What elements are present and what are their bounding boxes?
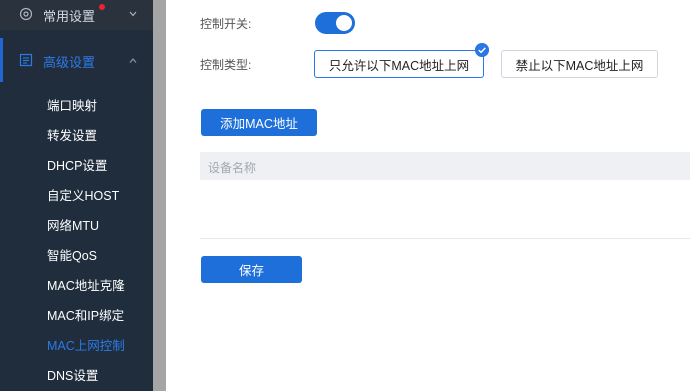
- sidebar-item-mtu[interactable]: 网络MTU: [0, 208, 153, 238]
- gear-icon: [19, 7, 33, 21]
- option-label: 禁止以下MAC地址上网: [515, 58, 644, 73]
- save-button[interactable]: 保存: [201, 256, 302, 283]
- table-header: 设备名称: [200, 152, 690, 180]
- option-label: 只允许以下MAC地址上网: [328, 58, 470, 73]
- chevron-up-icon: [129, 58, 137, 63]
- chevron-down-icon: [129, 11, 137, 17]
- add-mac-button[interactable]: 添加MAC地址: [201, 109, 317, 136]
- active-indicator: [0, 38, 3, 82]
- control-switch-toggle[interactable]: [315, 12, 355, 34]
- sidebar-item-mac-ip-binding[interactable]: MAC和IP绑定: [0, 298, 153, 328]
- sidebar-scrollbar[interactable]: [153, 0, 166, 391]
- sidebar-item-label: 高级设置: [43, 55, 96, 70]
- option-allow-listed-mac[interactable]: 只允许以下MAC地址上网: [314, 50, 484, 78]
- notification-dot: [99, 4, 105, 10]
- sidebar-item-custom-host[interactable]: 自定义HOST: [0, 178, 153, 208]
- option-block-listed-mac[interactable]: 禁止以下MAC地址上网: [501, 50, 658, 78]
- sidebar-item-dhcp[interactable]: DHCP设置: [0, 148, 153, 178]
- control-switch-label: 控制开关:: [200, 17, 252, 31]
- document-icon: [19, 53, 33, 67]
- sidebar: 常用设置 高级设置 端口映射 转发设置 DHCP设置 自定义HOST 网络MTU…: [0, 0, 153, 391]
- sidebar-item-port-mapping[interactable]: 端口映射: [0, 88, 153, 118]
- sidebar-item-label: 智能QoS: [47, 249, 98, 263]
- checkmark-icon: [475, 43, 489, 57]
- sidebar-item-qos[interactable]: 智能QoS: [0, 238, 153, 268]
- sidebar-item-mac-access-control[interactable]: MAC上网控制: [0, 328, 153, 358]
- add-mac-button-label: 添加MAC地址: [220, 117, 298, 131]
- sidebar-item-mac-clone[interactable]: MAC地址克隆: [0, 268, 153, 298]
- sidebar-item-label: DNS设置: [47, 369, 99, 383]
- sidebar-item-label: 自定义HOST: [47, 189, 120, 203]
- save-button-label: 保存: [238, 264, 264, 278]
- sidebar-item-label: 转发设置: [47, 129, 98, 143]
- control-type-label: 控制类型:: [200, 58, 252, 72]
- sidebar-item-label: MAC和IP绑定: [47, 309, 125, 323]
- sidebar-item-forwarding[interactable]: 转发设置: [0, 118, 153, 148]
- column-header-device-name: 设备名称: [208, 161, 257, 175]
- sidebar-item-label: 端口映射: [47, 99, 98, 113]
- sidebar-item-label: DHCP设置: [47, 159, 108, 173]
- sidebar-item-label: 网络MTU: [47, 219, 100, 233]
- toggle-knob: [336, 15, 352, 31]
- sidebar-item-label: MAC上网控制: [47, 339, 125, 353]
- sidebar-item-advanced-settings[interactable]: 高级设置: [0, 38, 153, 82]
- sidebar-item-label: 常用设置: [43, 9, 96, 24]
- sidebar-item-dns[interactable]: DNS设置: [0, 358, 153, 388]
- sidebar-item-common-settings[interactable]: 常用设置: [0, 0, 153, 30]
- main-content: 控制开关: 控制类型: 只允许以下MAC地址上网 禁止以下MAC地址上网 添加M…: [166, 0, 690, 391]
- sidebar-item-label: MAC地址克隆: [47, 279, 125, 293]
- divider: [200, 238, 690, 239]
